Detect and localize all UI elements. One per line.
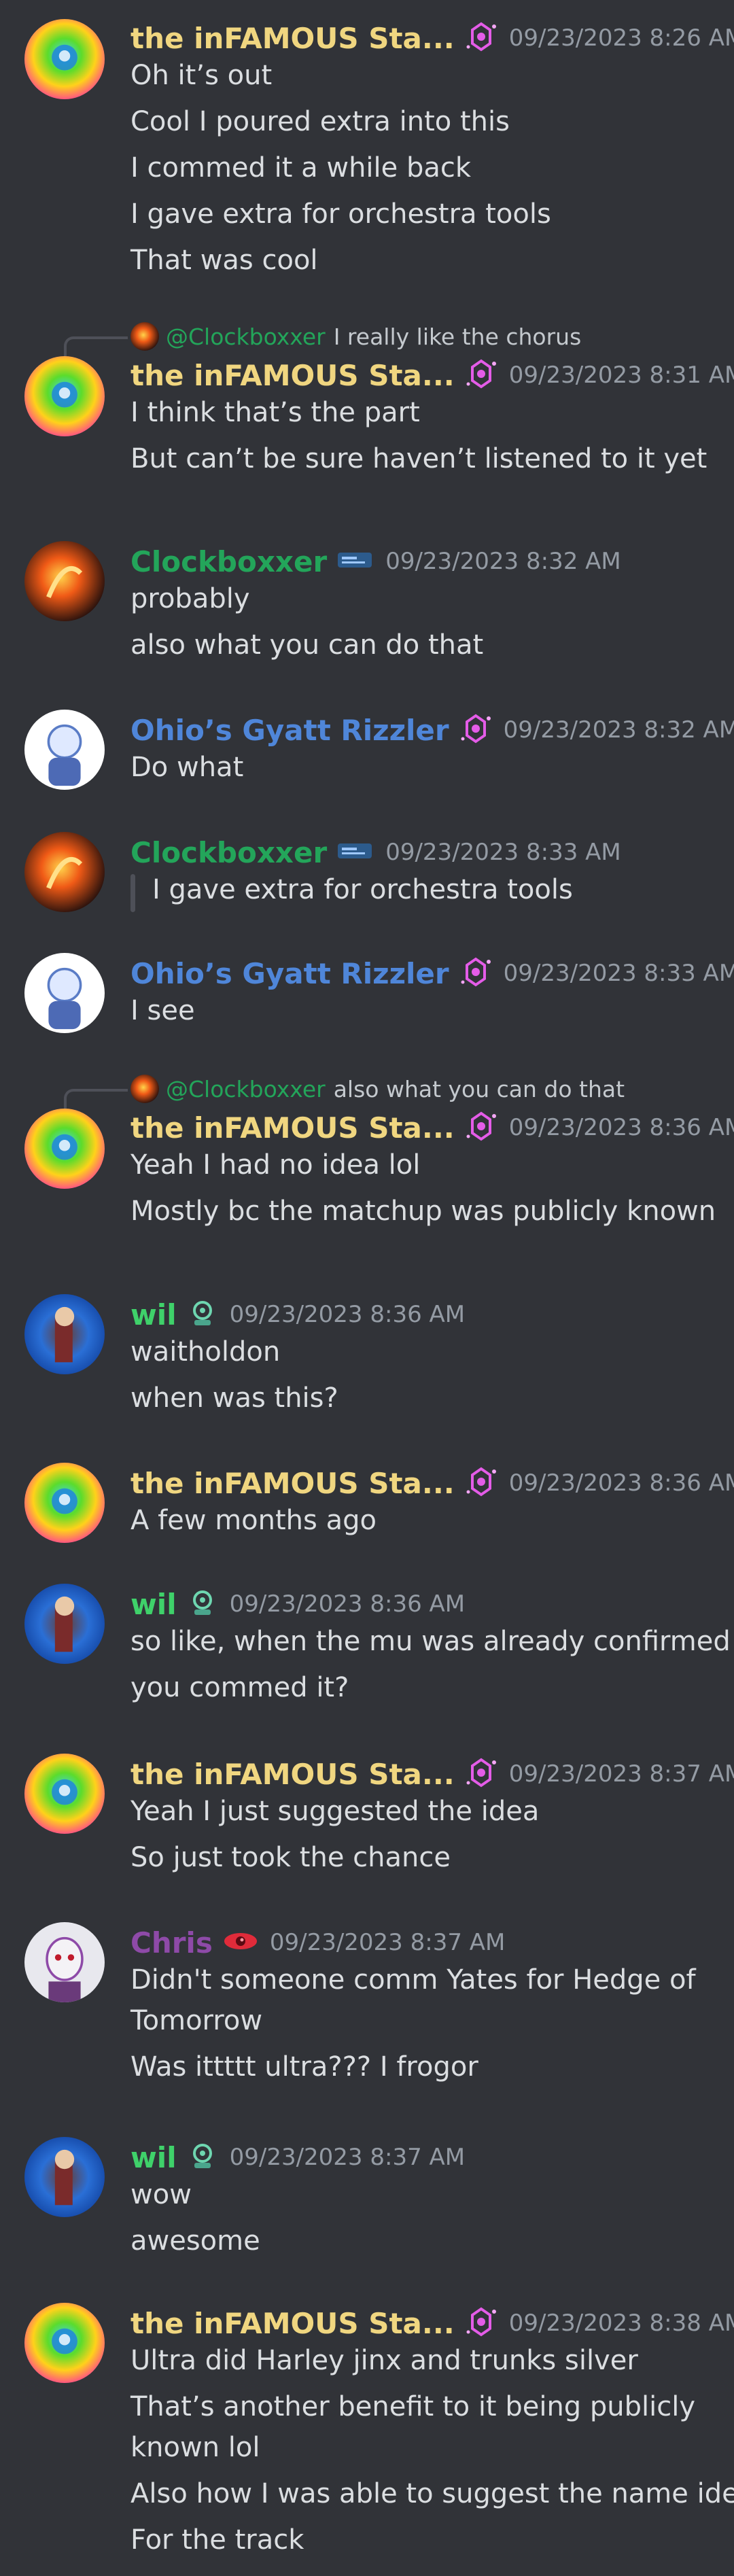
message-text: Ultra did Harley jinx and trunks silver (130, 2345, 638, 2376)
message-text: Tomorrow (130, 2005, 263, 2036)
message-text: For the track (130, 2524, 304, 2556)
timestamp: 09/23/2023 8:37 AM (269, 1929, 506, 1956)
message-text: Yeah I had no idea lol (130, 1149, 421, 1181)
gem-badge-icon (464, 1465, 498, 1501)
eye-badge-icon (222, 1930, 259, 1955)
message-text: Was ittttt ultra??? I frogor (130, 2051, 478, 2083)
message-text: Mostly bc the matchup was publicly known (130, 1196, 716, 1227)
avatar-infamous[interactable] (24, 19, 105, 99)
username[interactable]: Clockboxxer (130, 836, 327, 869)
message-text: wow (130, 2179, 192, 2210)
gem-badge-icon (464, 1109, 498, 1146)
username[interactable]: the inFAMOUS Sta... (130, 22, 455, 55)
message-text: I see (130, 995, 195, 1026)
username[interactable]: Chris (130, 1926, 213, 1960)
avatar-chris[interactable] (24, 1922, 105, 2002)
avatar-clockboxxer[interactable] (24, 832, 105, 912)
message-text: I gave extra for orchestra tools (130, 198, 551, 230)
reply-text: I really like the chorus (333, 323, 582, 350)
reply-mention[interactable]: @Clockboxxer (166, 1076, 326, 1102)
avatar-ohio[interactable] (24, 710, 105, 790)
timestamp: 09/23/2023 8:37 AM (508, 1760, 734, 1788)
message-text: awesome (130, 2225, 260, 2257)
reply-preview[interactable]: @Clockboxxer also what you can do that (130, 1072, 625, 1106)
timestamp: 09/23/2023 8:38 AM (508, 2310, 734, 2337)
username[interactable]: wil (130, 1298, 177, 1331)
timestamp: 09/23/2023 8:36 AM (229, 1590, 466, 1618)
message-text: So just took the chance (130, 1842, 451, 1873)
reply-text: also what you can do that (333, 1075, 625, 1102)
message-text: Yeah I just suggested the idea (130, 1796, 540, 1827)
avatar-clockboxxer[interactable] (24, 541, 105, 621)
card-badge-icon (336, 550, 374, 573)
username[interactable]: wil (130, 2141, 177, 2174)
avatar-wil[interactable] (24, 2137, 105, 2217)
message-text: when was this? (130, 1382, 338, 1414)
message-text: so like, when the mu was already confirm… (130, 1626, 731, 1657)
timestamp: 09/23/2023 8:36 AM (508, 1469, 734, 1497)
reply-avatar (130, 1075, 159, 1103)
gem-badge-icon (459, 712, 493, 748)
username[interactable]: Ohio’s Gyatt Rizzler (130, 957, 449, 990)
robot-badge-icon (186, 2140, 219, 2175)
timestamp: 09/23/2023 8:32 AM (503, 716, 734, 744)
message-text: Also how I was able to suggest the name … (130, 2478, 734, 2509)
message-text: known lol (130, 2432, 260, 2463)
message-text: also what you can do that (130, 629, 484, 661)
timestamp: 09/23/2023 8:36 AM (229, 1301, 466, 1328)
quote-bar (130, 874, 135, 912)
message-text: I think that’s the part (130, 397, 420, 428)
reply-preview[interactable]: @Clockboxxer I really like the chorus (130, 319, 581, 353)
username[interactable]: Clockboxxer (130, 545, 327, 578)
avatar-ohio[interactable] (24, 953, 105, 1033)
gem-badge-icon (464, 357, 498, 394)
avatar-wil[interactable] (24, 1584, 105, 1664)
avatar-infamous[interactable] (24, 1109, 105, 1189)
avatar-wil[interactable] (24, 1294, 105, 1374)
message-text: Do what (130, 752, 244, 783)
message-text: Cool I poured extra into this (130, 106, 510, 137)
message-text: But can’t be sure haven’t listened to it… (130, 443, 707, 474)
card-badge-icon (336, 841, 374, 864)
username[interactable]: the inFAMOUS Sta... (130, 1467, 455, 1500)
timestamp: 09/23/2023 8:31 AM (508, 362, 734, 389)
message-text: Oh it’s out (130, 60, 273, 91)
gem-badge-icon (464, 2305, 498, 2342)
message-text: waitholdon (130, 1336, 281, 1368)
robot-badge-icon (186, 1297, 219, 1332)
message-text: A few months ago (130, 1505, 377, 1536)
timestamp: 09/23/2023 8:37 AM (229, 2144, 466, 2171)
timestamp: 09/23/2023 8:33 AM (385, 839, 621, 866)
timestamp: 09/23/2023 8:26 AM (508, 24, 734, 52)
message-text: That was cool (130, 245, 318, 276)
reply-mention[interactable]: @Clockboxxer (166, 324, 326, 350)
message-text: probably (130, 583, 250, 614)
username[interactable]: wil (130, 1588, 177, 1621)
quote-text: I gave extra for orchestra tools (152, 874, 573, 905)
gem-badge-icon (459, 955, 493, 992)
message-text: I commed it a while back (130, 152, 472, 184)
timestamp: 09/23/2023 8:36 AM (508, 1114, 734, 1141)
avatar-infamous[interactable] (24, 356, 105, 436)
username[interactable]: the inFAMOUS Sta... (130, 1758, 455, 1791)
gem-badge-icon (464, 1756, 498, 1792)
avatar-infamous[interactable] (24, 2303, 105, 2383)
timestamp: 09/23/2023 8:33 AM (503, 960, 734, 987)
avatar-infamous[interactable] (24, 1754, 105, 1834)
username[interactable]: the inFAMOUS Sta... (130, 1111, 455, 1145)
gem-badge-icon (464, 20, 498, 56)
message-text: That’s another benefit to it being publi… (130, 2391, 696, 2422)
username[interactable]: the inFAMOUS Sta... (130, 359, 455, 392)
username[interactable]: Ohio’s Gyatt Rizzler (130, 714, 449, 747)
message-text: Didn't someone comm Yates for Hedge of (130, 1964, 696, 1996)
avatar-infamous[interactable] (24, 1463, 105, 1543)
robot-badge-icon (186, 1586, 219, 1622)
timestamp: 09/23/2023 8:32 AM (385, 548, 621, 575)
reply-avatar (130, 322, 159, 351)
username[interactable]: the inFAMOUS Sta... (130, 2307, 455, 2340)
message-text: you commed it? (130, 1672, 349, 1703)
